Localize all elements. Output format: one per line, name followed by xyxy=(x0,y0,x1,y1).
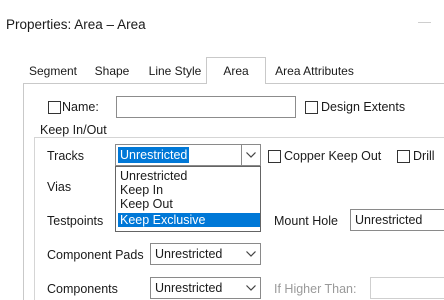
components-value: Unrestricted xyxy=(155,281,223,295)
panel-border xyxy=(23,84,24,300)
component-pads-label: Component Pads xyxy=(47,248,144,262)
if-higher-than-field[interactable] xyxy=(370,277,444,299)
tracks-dropdown-list: Unrestricted Keep In Keep Out Keep Exclu… xyxy=(115,166,261,232)
tab-shape[interactable]: Shape xyxy=(84,60,140,83)
window-title: Properties: Area – Area xyxy=(6,17,146,32)
tracks-combo[interactable]: Unrestricted xyxy=(115,144,261,166)
tracks-label: Tracks xyxy=(47,149,85,163)
drill-checkbox[interactable] xyxy=(397,150,410,163)
mount-hole-combo[interactable]: Unrestricted xyxy=(350,209,444,231)
dropdown-option-keep-out[interactable]: Keep Out xyxy=(118,197,260,211)
tab-segment[interactable]: Segment xyxy=(23,60,83,83)
keep-group-frame xyxy=(34,137,444,138)
chevron-down-icon[interactable] xyxy=(242,278,260,298)
component-pads-combo[interactable]: Unrestricted xyxy=(150,243,261,265)
tab-area-attributes[interactable]: Area Attributes xyxy=(267,60,362,83)
dropdown-option-unrestricted[interactable]: Unrestricted xyxy=(118,169,260,183)
if-higher-than-label: If Higher Than: xyxy=(274,282,357,296)
tab-line-style[interactable]: Line Style xyxy=(141,60,209,83)
minimize-icon[interactable]: — xyxy=(418,14,431,29)
design-extents-checkbox[interactable] xyxy=(305,101,318,114)
name-field[interactable] xyxy=(116,96,296,118)
design-extents-label: Design Extents xyxy=(321,100,406,114)
keep-group-title: Keep In/Out xyxy=(38,123,109,137)
drill-label: Drill xyxy=(413,149,435,163)
mount-hole-label: Mount Hole xyxy=(274,214,338,228)
testpoints-label: Testpoints xyxy=(47,214,104,228)
dropdown-option-keep-exclusive[interactable]: Keep Exclusive xyxy=(118,213,260,227)
components-label: Components xyxy=(47,282,118,296)
vias-label: Vias xyxy=(47,180,72,194)
chevron-down-icon[interactable] xyxy=(241,145,260,165)
tab-area[interactable]: Area xyxy=(206,57,266,84)
component-pads-value: Unrestricted xyxy=(155,247,223,261)
tracks-selected-value: Unrestricted xyxy=(118,147,190,163)
chevron-down-icon[interactable] xyxy=(242,244,260,264)
keep-group-left-edge xyxy=(34,137,35,300)
copper-keep-out-label: Copper Keep Out xyxy=(284,149,382,163)
dropdown-option-keep-in[interactable]: Keep In xyxy=(118,183,260,197)
copper-keep-out-checkbox[interactable] xyxy=(268,150,281,163)
name-checkbox[interactable] xyxy=(48,101,61,114)
tab-bar: Segment Shape Line Style Area Area Attri… xyxy=(23,57,444,84)
name-label: Name: xyxy=(62,100,99,114)
components-combo[interactable]: Unrestricted xyxy=(150,277,261,299)
mount-hole-value: Unrestricted xyxy=(355,213,423,227)
